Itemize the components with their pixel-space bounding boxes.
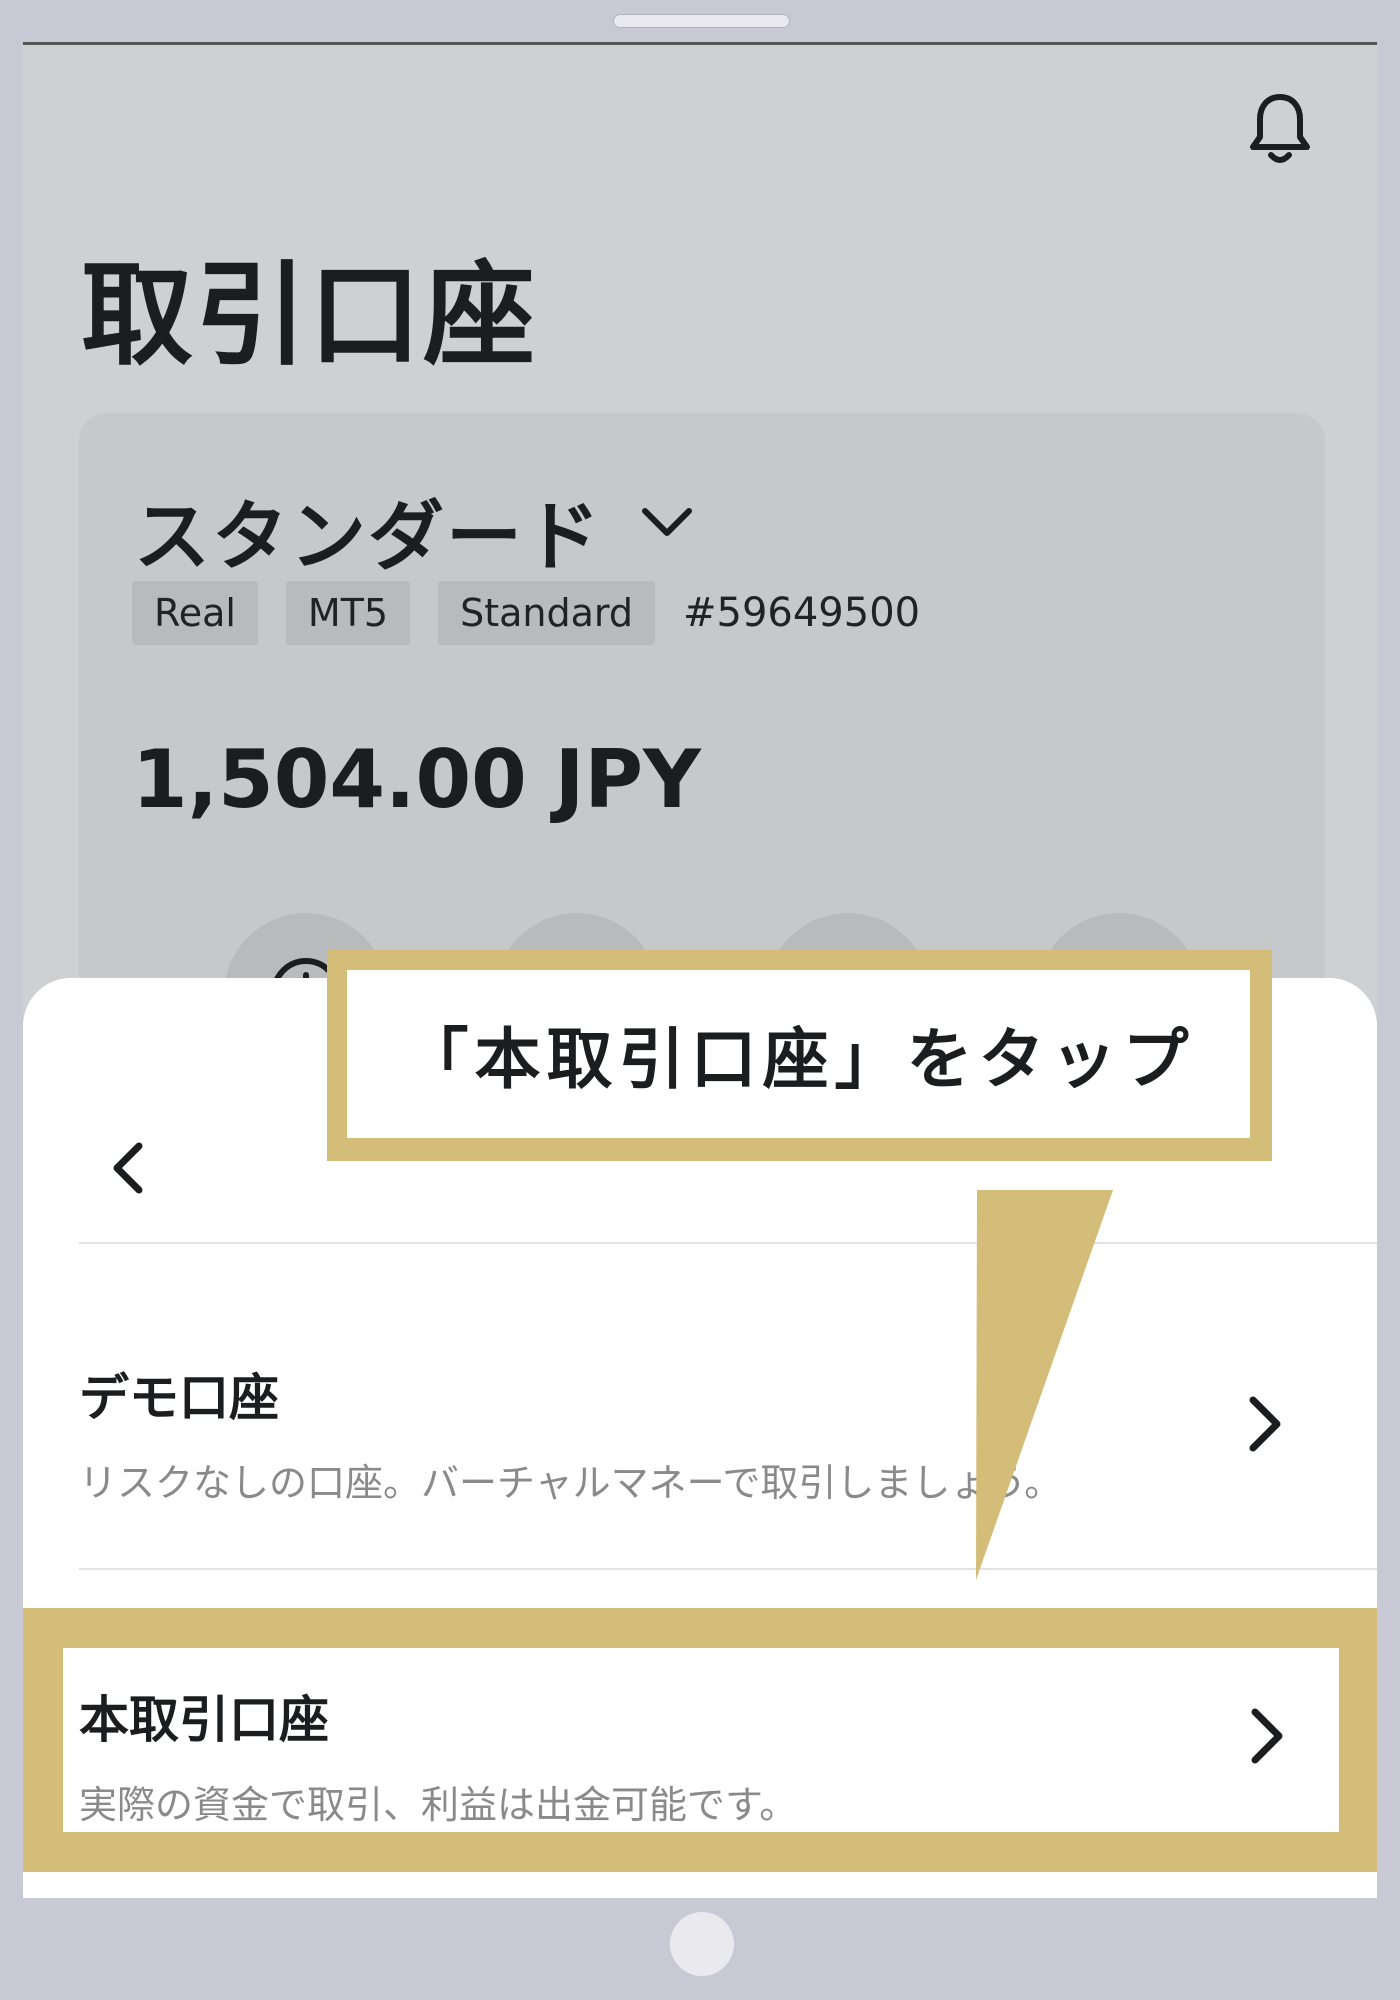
home-button[interactable] — [670, 1912, 734, 1976]
chip-platform: MT5 — [285, 581, 411, 645]
divider — [79, 1242, 1377, 1244]
option-real-desc: 実際の資金で取引、利益は出金可能です。 — [79, 1783, 798, 1827]
instruction-callout: 「本取引口座」をタップ — [327, 950, 1272, 1161]
device-speaker — [613, 14, 790, 28]
account-name: スタンダード — [134, 492, 602, 581]
option-real-title: 本取引口座 — [79, 1691, 329, 1749]
chevron-right-icon — [1249, 1396, 1281, 1452]
option-real-account[interactable]: 本取引口座 実際の資金で取引、利益は出金可能です。 — [63, 1648, 1339, 1832]
account-number: #59649500 — [682, 590, 921, 636]
callout-text: 「本取引口座」をタップ — [347, 970, 1250, 1138]
chevron-down-icon[interactable] — [639, 503, 695, 543]
device-frame: 取引口座 スタンダード Real MT5 Standard #59649500 … — [0, 0, 1400, 2000]
option-demo-desc: リスクなしの口座。バーチャルマネーで取引しましょう。 — [79, 1461, 1063, 1505]
bell-icon[interactable] — [1245, 89, 1315, 169]
option-demo-account[interactable]: デモ口座 リスクなしの口座。バーチャルマネーで取引しましょう。 — [79, 1358, 1377, 1507]
divider — [79, 1568, 1377, 1570]
chip-type: Standard — [438, 581, 655, 645]
chevron-right-icon — [1251, 1708, 1283, 1764]
back-chevron-icon[interactable] — [103, 1138, 153, 1198]
option-demo-title: デモ口座 — [79, 1369, 279, 1427]
highlight-frame: 本取引口座 実際の資金で取引、利益は出金可能です。 — [23, 1608, 1377, 1872]
chip-real: Real — [132, 581, 258, 645]
account-chips: Real MT5 Standard #59649500 — [132, 581, 920, 645]
page-title: 取引口座 — [81, 251, 537, 381]
account-balance: 1,504.00 JPY — [132, 733, 701, 826]
